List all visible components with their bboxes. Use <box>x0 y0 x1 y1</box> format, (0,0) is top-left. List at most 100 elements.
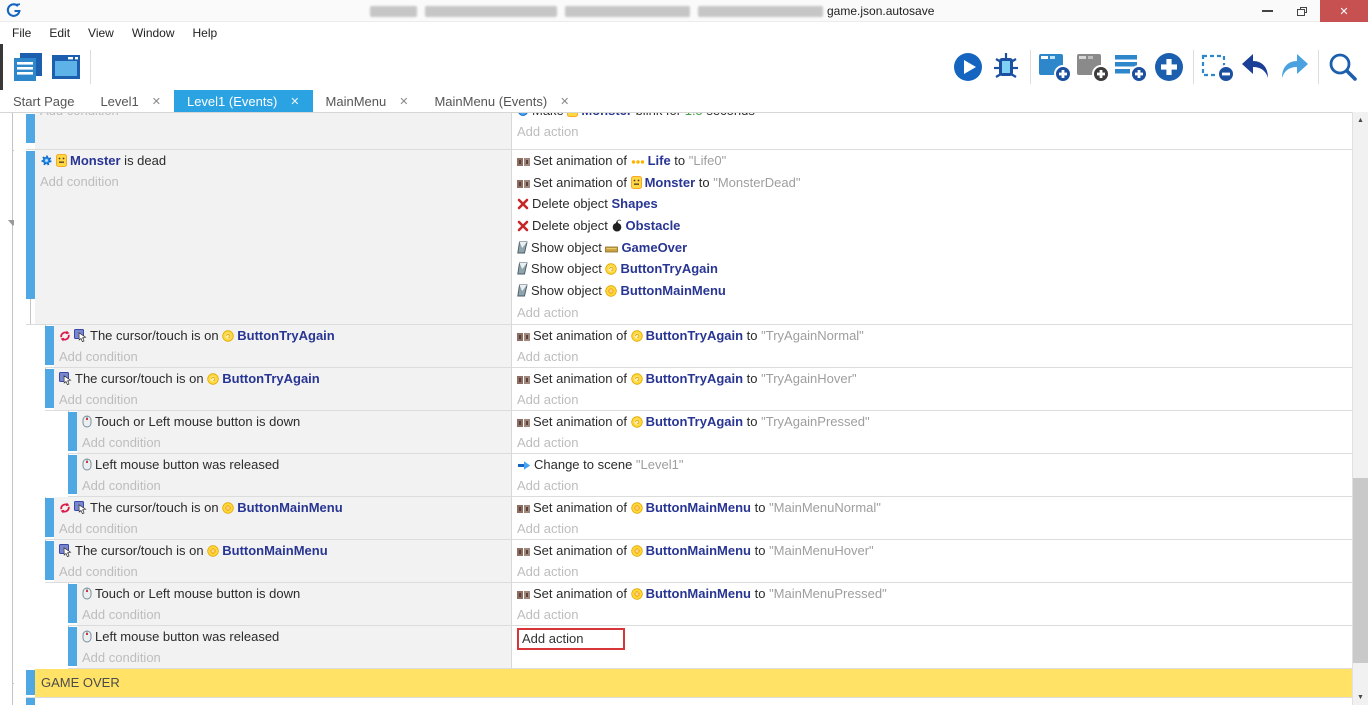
scene-editor-icon[interactable] <box>47 48 85 86</box>
menu-item-file[interactable]: File <box>5 24 38 42</box>
event-selector-bar[interactable] <box>26 698 35 705</box>
add-condition[interactable]: Add condition <box>77 475 511 496</box>
event-selector-bar[interactable] <box>45 498 54 537</box>
plain-text: Show object <box>531 283 605 298</box>
event-selector-bar[interactable] <box>26 114 35 143</box>
minimize-button[interactable] <box>1253 0 1281 22</box>
add-action[interactable]: Add action <box>512 346 1352 367</box>
action-line[interactable]: Show object ButtonTryAgain <box>512 258 1352 280</box>
action-line[interactable]: Set animation of ButtonMainMenu to "Main… <box>512 497 1352 518</box>
restore-button[interactable] <box>1288 0 1316 22</box>
add-action[interactable]: Add action <box>512 561 1352 582</box>
action-line[interactable]: Show object ButtonMainMenu <box>512 280 1352 302</box>
menu-item-window[interactable]: Window <box>125 24 182 42</box>
event-selector-bar[interactable] <box>68 412 77 451</box>
undo-icon[interactable] <box>1237 48 1275 86</box>
scrollbar-thumb[interactable] <box>1353 478 1368 663</box>
action-line[interactable]: Make Monster blink for 1.5 seconds <box>512 113 1352 121</box>
vertical-scrollbar[interactable]: ▲ ▼ <box>1352 112 1368 705</box>
add-new-icon[interactable] <box>1150 48 1188 86</box>
menu-item-view[interactable]: View <box>81 24 121 42</box>
close-tab-icon[interactable]: ✕ <box>399 95 408 108</box>
action-line[interactable]: Set animation of Life to "Life0" <box>512 150 1352 172</box>
add-subevent-icon[interactable] <box>1074 48 1112 86</box>
remove-event-icon[interactable] <box>1199 48 1237 86</box>
condition-line[interactable]: The cursor/touch is on ButtonMainMenu <box>54 540 511 561</box>
play-icon[interactable] <box>949 48 987 86</box>
condition-line[interactable]: Left mouse button was released <box>77 454 511 475</box>
event-selector-bar[interactable] <box>45 541 54 580</box>
event-row: The cursor/touch is on ButtonTryAgainAdd… <box>14 368 1352 411</box>
redo-icon[interactable] <box>1275 48 1313 86</box>
show-icon <box>517 280 528 302</box>
tab-mainmenu-events-[interactable]: MainMenu (Events)✕ <box>421 90 582 112</box>
condition-line[interactable]: Touch or Left mouse button is down <box>77 411 511 432</box>
add-condition[interactable]: Add condition <box>77 604 511 625</box>
menu-item-edit[interactable]: Edit <box>42 24 77 42</box>
event-row: The cursor/touch is on ButtonMainMenuAdd… <box>14 540 1352 583</box>
bomb-icon <box>612 215 623 237</box>
comment-event[interactable]: GAME OVER <box>35 669 1352 697</box>
scroll-down-icon[interactable]: ▼ <box>1353 689 1368 705</box>
action-line[interactable]: Delete object Shapes <box>512 193 1352 215</box>
add-comment-icon[interactable] <box>1112 48 1150 86</box>
tab-start-page[interactable]: Start Page <box>0 90 87 112</box>
add-action[interactable]: Add action <box>512 432 1352 453</box>
event-selector-bar[interactable] <box>45 326 54 365</box>
add-action[interactable]: Add action <box>512 475 1352 496</box>
close-button[interactable]: ✕ <box>1320 0 1368 22</box>
event-selector-bar[interactable] <box>26 151 35 299</box>
action-line[interactable]: Change to scene "Level1" <box>512 454 1352 475</box>
add-condition[interactable]: Add condition <box>77 432 511 453</box>
search-icon[interactable] <box>1324 48 1362 86</box>
condition-line[interactable]: Touch or Left mouse button is down <box>77 583 511 604</box>
scroll-up-icon[interactable]: ▲ <box>1353 112 1368 128</box>
add-action[interactable]: Add action <box>512 604 1352 625</box>
event-row-body: Touch or Left mouse button is downAdd co… <box>68 411 1352 454</box>
add-condition[interactable]: Add condition <box>35 171 511 192</box>
add-action[interactable]: Add action <box>512 302 1352 324</box>
tab-level1-events-[interactable]: Level1 (Events)✕ <box>174 90 313 112</box>
add-action[interactable]: Add action <box>512 389 1352 410</box>
action-line[interactable]: Set animation of ButtonMainMenu to "Main… <box>512 540 1352 561</box>
action-line[interactable]: Set animation of ButtonTryAgain to "TryA… <box>512 411 1352 432</box>
menu-item-help[interactable]: Help <box>186 24 225 42</box>
event-selector-bar[interactable] <box>45 369 54 408</box>
action-line[interactable]: Set animation of ButtonTryAgain to "TryA… <box>512 368 1352 389</box>
add-event-icon[interactable] <box>1036 48 1074 86</box>
tab-mainmenu[interactable]: MainMenu✕ <box>313 90 422 112</box>
tab-level1[interactable]: Level1✕ <box>87 90 174 112</box>
event-selector-bar[interactable] <box>68 627 77 666</box>
event-row-body: Monster is deadAdd conditionSet animatio… <box>26 150 1352 325</box>
condition-line[interactable]: The cursor/touch is on ButtonTryAgain <box>54 325 511 346</box>
add-action[interactable]: Add action <box>512 121 1352 142</box>
add-condition[interactable]: Add condition <box>54 346 511 367</box>
redacted-title-segment <box>370 6 417 17</box>
condition-line[interactable]: Monster is dead <box>35 150 511 171</box>
add-action[interactable]: Add action <box>512 518 1352 539</box>
add-condition[interactable]: Add condition <box>54 518 511 539</box>
close-tab-icon[interactable]: ✕ <box>290 95 299 108</box>
close-tab-icon[interactable]: ✕ <box>152 95 161 108</box>
condition-line[interactable]: Left mouse button was released <box>77 626 511 647</box>
event-selector-bar[interactable] <box>68 584 77 623</box>
mouse-icon <box>82 626 92 647</box>
action-line[interactable]: Set animation of ButtonTryAgain to "TryA… <box>512 325 1352 346</box>
add-action-highlighted[interactable]: Add action <box>517 628 625 650</box>
condition-line[interactable]: The cursor/touch is on ButtonMainMenu <box>54 497 511 518</box>
event-selector-bar[interactable] <box>68 455 77 494</box>
add-condition[interactable]: Add condition <box>35 113 511 121</box>
add-condition[interactable]: Add condition <box>54 389 511 410</box>
condition-line[interactable]: The cursor/touch is on ButtonTryAgain <box>54 368 511 389</box>
indent-spacer <box>14 411 68 454</box>
close-tab-icon[interactable]: ✕ <box>560 95 569 108</box>
action-line[interactable]: Delete object Obstacle <box>512 215 1352 237</box>
action-line[interactable]: Set animation of ButtonMainMenu to "Main… <box>512 583 1352 604</box>
action-line[interactable]: Show object GameOver <box>512 237 1352 259</box>
action-line[interactable]: Set animation of Monster to "MonsterDead… <box>512 172 1352 194</box>
event-selector-bar[interactable] <box>26 670 35 695</box>
add-condition[interactable]: Add condition <box>54 561 511 582</box>
debug-icon[interactable] <box>987 48 1025 86</box>
project-manager-icon[interactable] <box>9 48 47 86</box>
add-condition[interactable]: Add condition <box>77 647 511 668</box>
